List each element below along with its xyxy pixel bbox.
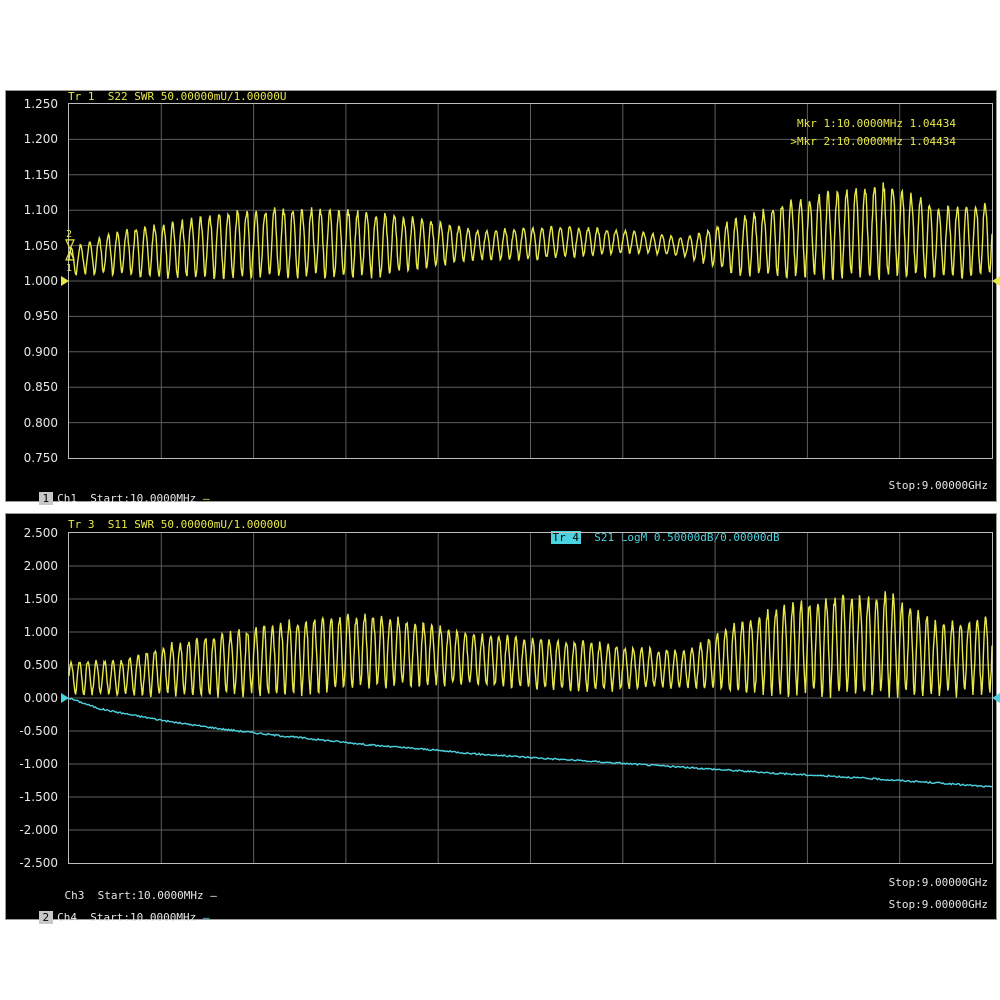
marker-2-readout: >Mkr 2:10.0000MHz 1.04434 <box>790 135 956 148</box>
channel-4-stop[interactable]: Stop:9.00000GHz <box>889 898 988 911</box>
y-tick-label: 0.900 <box>23 344 58 359</box>
marker-1-label: 1 <box>66 263 72 274</box>
reference-level-right-marker <box>992 693 1000 703</box>
channel-1-stop[interactable]: Stop:9.00000GHz <box>889 479 988 492</box>
y-tick-label: 1.100 <box>23 203 58 218</box>
y-tick-label: -0.500 <box>19 724 58 738</box>
y-tick-label: 1.150 <box>23 167 58 182</box>
y-tick-label: -2.000 <box>19 823 58 837</box>
channel-2-panel[interactable]: Tr 3 S11 SWR 50.00000mU/1.00000U Tr 4 S2… <box>5 513 1000 924</box>
y-tick-label: 1.250 <box>23 97 58 111</box>
plot-area-1[interactable]: 21 Mkr 1:10.0000MHz 1.04434 >Mkr 2:10.00… <box>61 103 1000 459</box>
chart-2-svg <box>61 533 1000 863</box>
channel-3-stop[interactable]: Stop:9.00000GHz <box>889 876 988 889</box>
channel-4-start[interactable]: Start:10.0000MHz <box>90 911 196 924</box>
trace-3-header[interactable]: Tr 3 S11 SWR 50.00000mU/1.00000U <box>68 518 287 531</box>
y-tick-label: 0.950 <box>23 309 58 324</box>
channel-1-label[interactable]: Ch1 <box>57 492 77 505</box>
marker-2-label: 2 <box>66 229 72 240</box>
y-tick-label: 1.050 <box>23 238 58 253</box>
channel-1-start[interactable]: Start:10.0000MHz <box>90 492 196 505</box>
channel-2-badge[interactable]: 2 <box>38 911 54 924</box>
y-tick-label: 0.500 <box>23 658 58 672</box>
reference-level-left-marker <box>61 276 69 286</box>
trace-3-legend-line: — <box>210 889 217 902</box>
channel-4-footer: 2 Ch4 Start:10.0000MHz — <box>12 898 209 937</box>
y-tick-label: 1.200 <box>23 132 58 147</box>
y-tick-label: -1.500 <box>19 790 58 804</box>
reference-level-left-marker <box>61 693 69 703</box>
y-tick-label: 2.000 <box>23 559 58 573</box>
trace-1-legend-line: — <box>202 492 210 505</box>
chart-1-svg: 21 <box>61 104 1000 458</box>
marker-1-readout: Mkr 1:10.0000MHz 1.04434 <box>797 117 956 130</box>
reference-level-right-marker <box>992 276 1000 286</box>
channel-1-badge[interactable]: 1 <box>38 492 54 505</box>
y-tick-label: 1.500 <box>23 592 58 606</box>
channel-4-label[interactable]: Ch4 <box>57 911 77 924</box>
y-tick-label: -2.500 <box>19 856 58 870</box>
y-tick-label: 1.000 <box>23 274 58 288</box>
channel-1-panel[interactable]: Tr 1 S22 SWR 50.00000mU/1.00000U 1.250 1.… <box>5 90 1000 505</box>
marker-2-glyph <box>65 239 75 251</box>
y-tick-label: 0.800 <box>23 415 58 430</box>
y-tick-label: 2.500 <box>23 526 58 540</box>
plot-area-2[interactable] <box>61 532 1000 864</box>
y-tick-label: -1.000 <box>19 757 58 771</box>
trace-4-legend-line: — <box>202 911 210 924</box>
y-tick-label: 1.000 <box>23 625 58 639</box>
trace-1-header[interactable]: Tr 1 S22 SWR 50.00000mU/1.00000U <box>68 90 287 103</box>
y-tick-label: 0.850 <box>23 380 58 395</box>
y-tick-label: 0.000 <box>23 691 58 705</box>
y-tick-label: 0.750 <box>23 451 58 465</box>
